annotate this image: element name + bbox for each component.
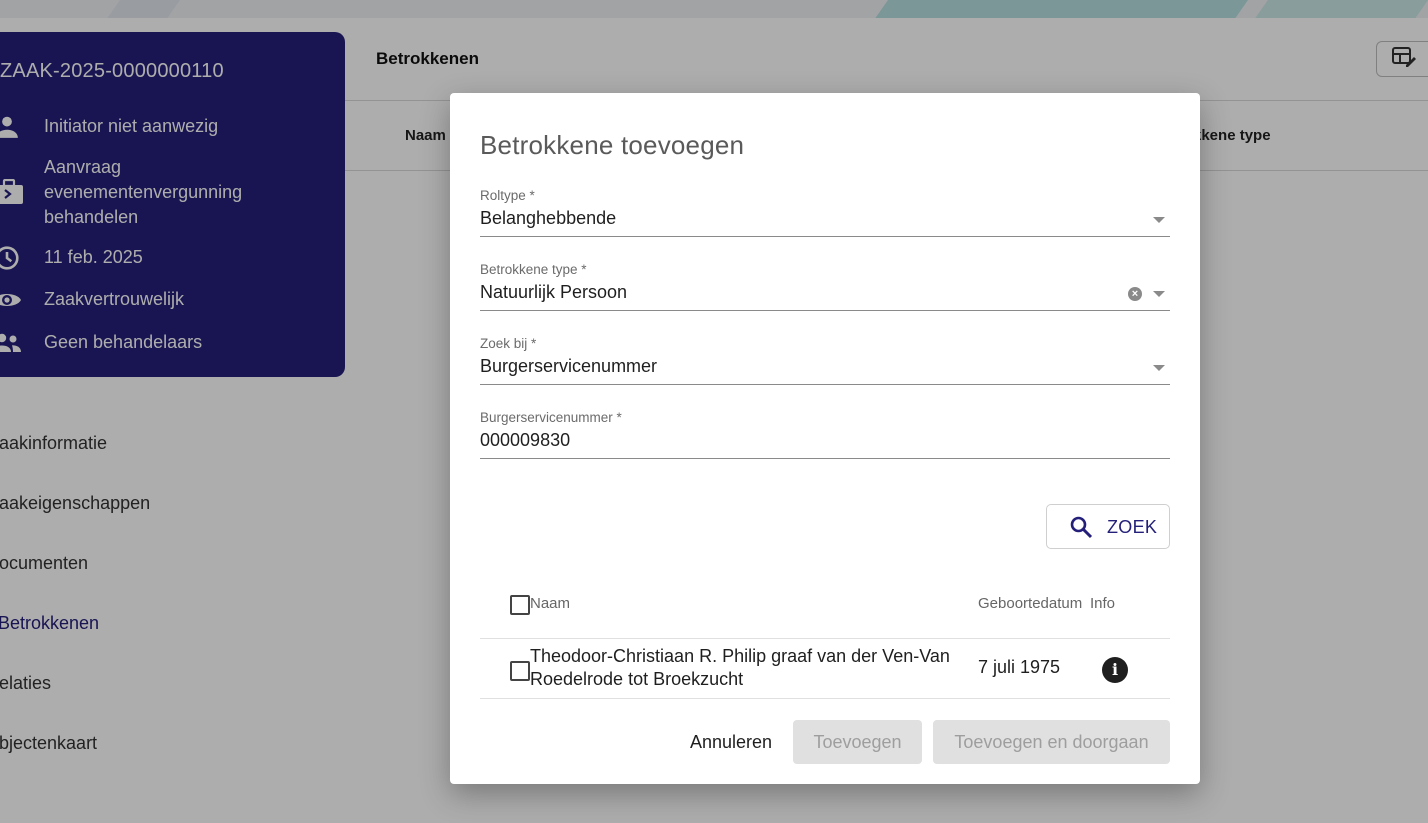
roltype-value: Belanghebbende [480,208,617,228]
search-button[interactable]: ZOEK [1046,504,1170,549]
add-button[interactable]: Toevoegen [793,720,922,764]
add-and-continue-button[interactable]: Toevoegen en doorgaan [933,720,1170,764]
result-name: Theodoor-Christiaan R. Philip graaf van … [530,646,950,689]
betrokkene-type-label: Betrokkene type * [480,262,587,277]
results-table-header: Naam Geboortedatum Info [480,578,1170,639]
cancel-button[interactable]: Annuleren [672,720,790,764]
zoek-bij-label: Zoek bij * [480,336,537,351]
bsn-value[interactable]: 000009830 [480,430,570,451]
chevron-down-icon[interactable] [1153,217,1165,223]
select-all-checkbox[interactable] [510,595,530,615]
search-button-label: ZOEK [1107,517,1158,537]
clear-icon[interactable]: × [1128,287,1142,301]
row-checkbox[interactable] [510,661,530,681]
search-icon [1069,515,1093,544]
betrokkene-type-value: Natuurlijk Persoon [480,282,628,302]
betrokkene-type-select[interactable]: Betrokkene type * Natuurlijk Persoon × [480,262,1170,311]
results-header-info: Info [1090,595,1116,612]
result-birthdate: 7 juli 1975 [978,657,1061,677]
bsn-input[interactable]: Burgerservicenummer * 000009830 [480,410,1170,459]
table-row[interactable]: Theodoor-Christiaan R. Philip graaf van … [480,639,1170,699]
dialog-title: Betrokkene toevoegen [480,130,745,160]
add-betrokkene-dialog: Betrokkene toevoegen Roltype * Belangheb… [450,93,1200,784]
results-header-geboortedatum: Geboortedatum [978,595,1083,612]
results-header-naam: Naam [530,595,571,612]
roltype-select[interactable]: Roltype * Belanghebbende [480,188,1170,237]
bsn-label: Burgerservicenummer * [480,410,622,425]
info-icon[interactable]: i [1102,657,1128,683]
zoek-bij-select[interactable]: Zoek bij * Burgerservicenummer [480,336,1170,385]
chevron-down-icon[interactable] [1153,365,1165,371]
zoek-bij-value: Burgerservicenummer [480,356,658,376]
chevron-down-icon[interactable] [1153,291,1165,297]
roltype-label: Roltype * [480,188,535,203]
